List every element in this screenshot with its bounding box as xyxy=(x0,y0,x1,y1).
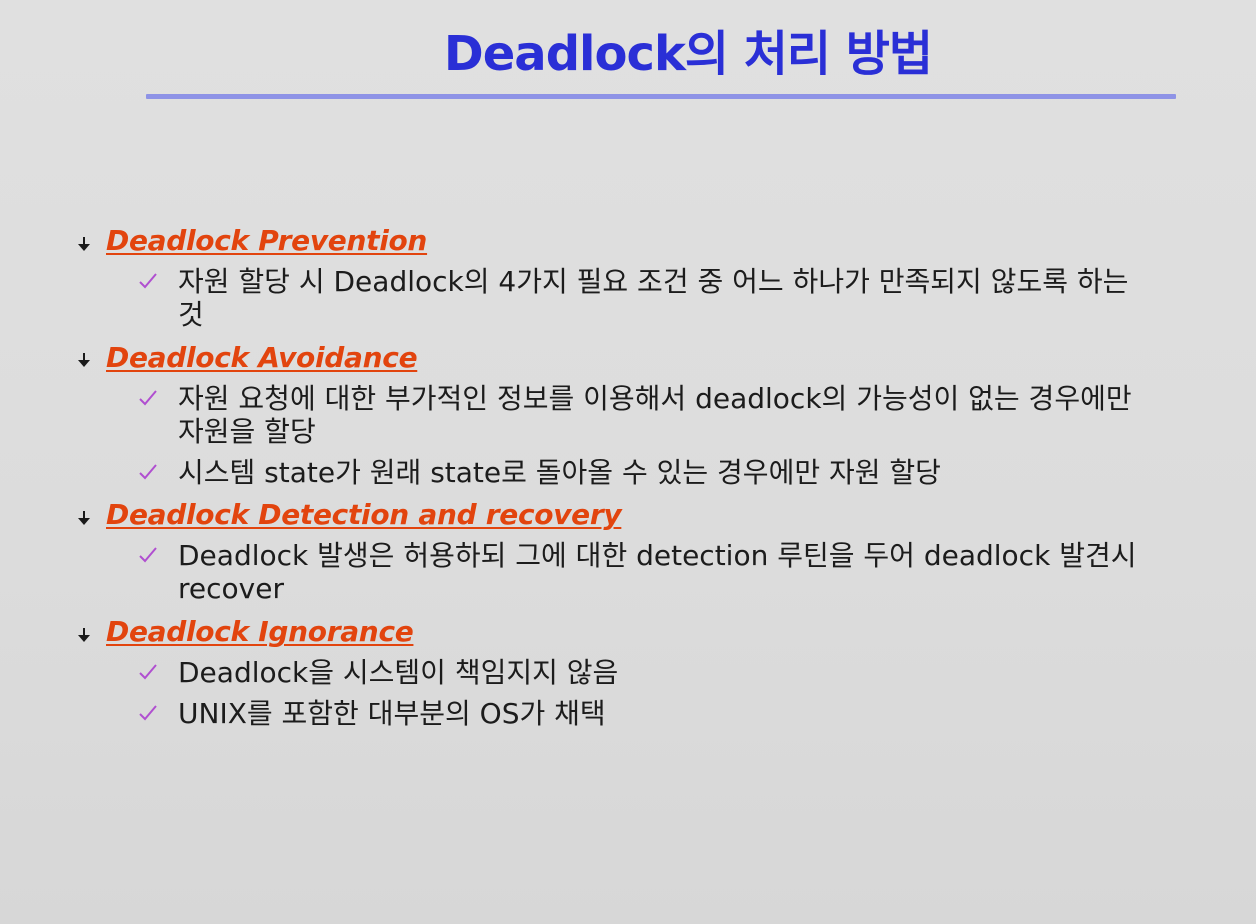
check-bullet-icon xyxy=(139,273,157,289)
section-item-detection-1: Deadlock 발생은 허용하되 그에 대한 detection 루틴을 두어… xyxy=(178,539,1137,605)
arrow-bullet-icon xyxy=(78,353,90,367)
check-bullet-icon xyxy=(139,664,157,680)
check-bullet-icon xyxy=(139,390,157,406)
arrow-bullet-icon xyxy=(78,511,90,525)
section-heading-prevention: Deadlock Prevention xyxy=(106,224,428,257)
check-bullet-icon xyxy=(139,547,157,563)
section-item-ignorance-2: UNIX를 포함한 대부분의 OS가 채택 xyxy=(178,697,606,730)
check-bullet-icon xyxy=(139,464,157,480)
arrow-bullet-icon xyxy=(78,628,90,642)
arrow-bullet-icon xyxy=(78,237,90,251)
section-item-ignorance-1: Deadlock을 시스템이 책임지지 않음 xyxy=(178,656,619,689)
slide-title: Deadlock의 처리 방법 xyxy=(443,26,933,82)
section-item-avoidance-1: 자원 요청에 대한 부가적인 정보를 이용해서 deadlock의 가능성이 없… xyxy=(178,382,1132,448)
section-heading-detection: Deadlock Detection and recovery xyxy=(106,498,622,531)
slide: Deadlock의 처리 방법 Deadlock Prevention 자원 할… xyxy=(0,0,1256,924)
section-item-prevention-1: 자원 할당 시 Deadlock의 4가지 필요 조건 중 어느 하나가 만족되… xyxy=(178,265,1129,331)
title-underline-rule xyxy=(146,94,1176,99)
section-heading-avoidance: Deadlock Avoidance xyxy=(106,341,418,374)
section-heading-ignorance: Deadlock Ignorance xyxy=(106,615,414,648)
section-item-avoidance-2: 시스템 state가 원래 state로 돌아올 수 있는 경우에만 자원 할당 xyxy=(178,456,941,489)
check-bullet-icon xyxy=(139,705,157,721)
